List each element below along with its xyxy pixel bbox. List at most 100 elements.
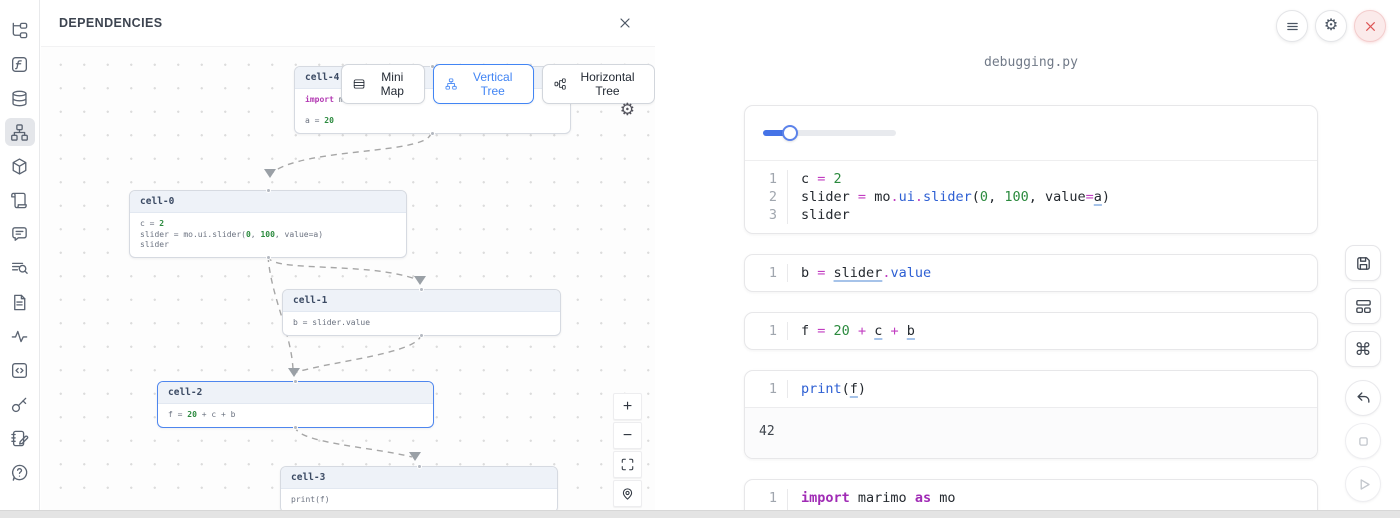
database-icon (10, 89, 29, 108)
keyboard-shortcuts-button[interactable]: ⌘ (1345, 331, 1381, 367)
graph-node-cell-0[interactable]: cell-0 c = 2slider = mo.ui.slider(0, 100… (129, 190, 407, 258)
dependencies-panel: DEPENDENCIES cell-4 import marimo as mo … (41, 0, 655, 511)
file-text-icon (10, 293, 29, 312)
chat-icon (10, 225, 29, 244)
activity-item-scratchpad[interactable] (5, 424, 35, 452)
notebook-menu-button[interactable] (1276, 10, 1308, 42)
graph-settings-gear-icon[interactable]: ⚙ (620, 101, 635, 118)
activity-item-help[interactable] (5, 458, 35, 486)
zoom-out-button[interactable]: − (613, 422, 642, 449)
close-panel-button[interactable] (617, 13, 637, 33)
fn-icon (10, 55, 29, 74)
slider-thumb[interactable] (782, 125, 798, 141)
undo-button[interactable] (1345, 380, 1381, 416)
graph-node-cell-1[interactable]: cell-1 b = slider.value (282, 289, 561, 336)
activity-item-search-logs[interactable] (5, 254, 35, 282)
code-line: 2slider = mo.ui.slider(0, 100, value=a) (745, 188, 1317, 206)
dependencies-header: DEPENDENCIES (41, 0, 655, 47)
node-handle-bottom (266, 255, 271, 260)
code-editor[interactable]: 1c = 22slider = mo.ui.slider(0, 100, val… (745, 161, 1317, 233)
close-icon (1362, 18, 1379, 35)
settings-button[interactable]: ⚙ (1315, 10, 1347, 42)
notebook-cell-import: 1import marimo as mo2 (744, 479, 1318, 511)
activity-item-variables[interactable] (5, 50, 35, 78)
activity-bar (0, 0, 40, 511)
notebook-filename: debugging.py (744, 55, 1318, 70)
marimo-app: DEPENDENCIES cell-4 import marimo as mo … (0, 0, 1400, 518)
code-line: 1b = slider.value (745, 264, 1317, 282)
graph-node-title: cell-1 (283, 290, 560, 312)
cell-output: 42 (745, 407, 1317, 458)
notebook-cells: 1c = 22slider = mo.ui.slider(0, 100, val… (744, 105, 1318, 511)
graph-icon (10, 123, 29, 142)
dependency-graph-canvas[interactable]: cell-4 import marimo as mo a = 20 cell-0… (41, 47, 655, 511)
graph-node-title: cell-3 (281, 467, 557, 489)
layout-button[interactable] (1345, 288, 1381, 324)
graph-node-code: f = 20 + c + b (158, 404, 433, 427)
activity-item-secrets[interactable] (5, 390, 35, 418)
code-line: 1import marimo as mo (745, 489, 1317, 507)
activity-item-performance[interactable] (5, 322, 35, 350)
pin-icon (620, 486, 635, 501)
code-editor[interactable]: 1print(f) (745, 371, 1317, 407)
fit-view-button[interactable] (613, 451, 642, 478)
activity-item-packages[interactable] (5, 152, 35, 180)
zoom-controls: +− (613, 393, 642, 507)
activity-item-logs[interactable] (5, 186, 35, 214)
zoom-in-button[interactable]: + (613, 393, 642, 420)
run-all-button[interactable] (1345, 466, 1381, 502)
graph-node-code: b = slider.value (283, 312, 560, 335)
view-button-label: Vertical Tree (464, 70, 522, 98)
code-editor[interactable]: 1import marimo as mo2 (745, 480, 1317, 511)
code-line: 1print(f) (745, 380, 1317, 398)
activity-item-snippets[interactable] (5, 356, 35, 384)
node-handle-top (293, 379, 298, 384)
code-editor[interactable]: 1b = slider.value (745, 255, 1317, 291)
graph-node-title: cell-2 (158, 382, 433, 404)
line-number: 2 (745, 188, 787, 206)
graph-node-cell-2[interactable]: cell-2 f = 20 + c + b (157, 381, 434, 428)
node-handle-bottom (293, 425, 298, 430)
stop-button[interactable] (1345, 423, 1381, 459)
code-editor[interactable]: 1f = 20 + c + b (745, 313, 1317, 349)
graph-node-cell-3[interactable]: cell-3 print(f) (280, 466, 558, 511)
view-button-vertical-tree[interactable]: Vertical Tree (433, 64, 533, 104)
stop-icon (1354, 432, 1373, 451)
shutdown-button[interactable] (1354, 10, 1386, 42)
code-box-icon (10, 361, 29, 380)
activity-item-data-sources[interactable] (5, 84, 35, 112)
view-button-mini-map[interactable]: Mini Map (341, 64, 425, 104)
code-line: 3slider (745, 206, 1317, 224)
plus-icon: + (623, 399, 632, 415)
line-number: 3 (745, 206, 787, 224)
notebook-cell-f: 1f = 20 + c + b (744, 312, 1318, 350)
vtree-icon (445, 77, 457, 91)
center-selection-button[interactable] (613, 480, 642, 507)
side-actions: ⌘ (1345, 245, 1381, 502)
top-actions: ⚙ (1276, 10, 1386, 42)
edge-arrowhead (414, 276, 426, 285)
activity-item-documentation[interactable] (5, 288, 35, 316)
edge-cell-2-cell-3 (295, 426, 412, 457)
minus-icon: − (623, 428, 632, 444)
node-handle-top (419, 287, 424, 292)
graph-node-code: c = 2slider = mo.ui.slider(0, 100, value… (130, 213, 406, 257)
hamburger-icon (1284, 18, 1301, 35)
activity-item-chat[interactable] (5, 220, 35, 248)
maximize-icon (620, 457, 635, 472)
scroll-icon (10, 191, 29, 210)
slider-widget[interactable] (763, 125, 896, 141)
node-handle-bottom (419, 333, 424, 338)
view-button-horizontal-tree[interactable]: Horizontal Tree (542, 64, 655, 104)
notebook-icon (10, 429, 29, 448)
activity-item-dependencies[interactable] (5, 118, 35, 146)
save-button[interactable] (1345, 245, 1381, 281)
graph-node-code: print(f) (281, 489, 557, 511)
floppy-icon (1354, 254, 1373, 273)
code-line: 1f = 20 + c + b (745, 322, 1317, 340)
command-icon: ⌘ (1355, 341, 1372, 358)
line-number: 1 (745, 489, 787, 507)
activity-item-file-explorer[interactable] (5, 16, 35, 44)
graph-node-title: cell-0 (130, 191, 406, 213)
panel-title: DEPENDENCIES (59, 16, 162, 30)
